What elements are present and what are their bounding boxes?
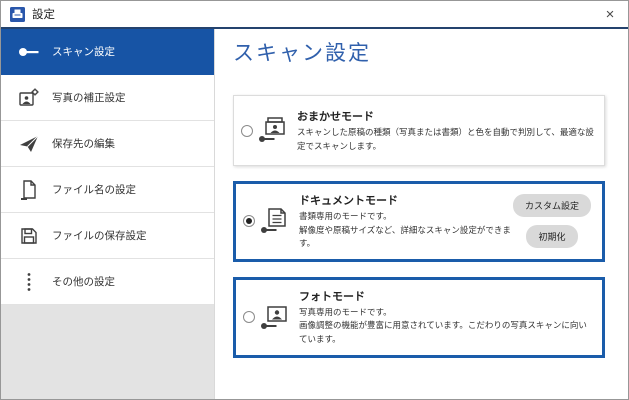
custom-settings-button[interactable]: カスタム設定	[512, 194, 591, 218]
main-panel: スキャン設定 おまかせモード スキャンした原稿の種類（写真または書類）と色を自動…	[215, 29, 628, 399]
scan-head-icon	[18, 42, 40, 62]
mode-title: ドキュメントモード	[299, 195, 398, 207]
mode-description: 画像調整の機能が豊富に用意されています。こだわりの写真スキャンに向いています。	[299, 320, 587, 344]
file-name-icon	[18, 179, 40, 200]
sidebar-item-label: ファイルの保存設定	[52, 230, 147, 242]
document-mode-radio[interactable]	[243, 215, 255, 228]
document-mode-icon	[260, 208, 292, 235]
sidebar-item-file-save[interactable]: ファイルの保存設定	[1, 213, 214, 259]
sidebar-item-file-name[interactable]: ファイル名の設定	[1, 167, 214, 213]
initialize-button[interactable]: 初期化	[526, 225, 578, 249]
mode-card-photo[interactable]: フォトモード 写真専用のモードです。 画像調整の機能が豊富に用意されています。こ…	[233, 276, 605, 358]
sidebar: スキャン設定 写真の補正設定 保存先の編集 ファイル名の設定 ファイルの保存設定…	[1, 29, 215, 399]
send-icon	[18, 134, 40, 154]
sidebar-item-label: スキャン設定	[52, 46, 115, 58]
auto-mode-text: おまかせモード スキャンした原稿の種類（写真または書類）と色を自動で判別して、最…	[297, 108, 596, 153]
mode-description: 解像度や原稿サイズなど、詳細なスキャン設定ができます。	[299, 224, 511, 249]
sidebar-item-label: 保存先の編集	[52, 138, 115, 150]
mode-card-document[interactable]: ドキュメントモード 書類専用のモードです。 解像度や原稿サイズなど、詳細なスキャ…	[233, 181, 605, 262]
photo-mode-radio[interactable]	[243, 311, 255, 324]
mode-description: スキャンした原稿の種類（写真または書類）と色を自動で判別して、最適な設定でスキャ…	[297, 126, 594, 151]
close-button[interactable]: ×	[601, 5, 619, 23]
sidebar-item-other-settings[interactable]: その他の設定	[1, 259, 214, 305]
sidebar-item-label: ファイル名の設定	[52, 184, 136, 196]
sidebar-filler	[1, 305, 214, 399]
mode-description: 写真専用のモードです。	[299, 306, 392, 317]
sidebar-item-save-destination[interactable]: 保存先の編集	[1, 121, 214, 167]
save-icon	[18, 226, 40, 246]
auto-mode-icon	[258, 117, 290, 144]
window-title: 設定	[32, 9, 55, 21]
mode-title: おまかせモード	[297, 110, 374, 123]
page-title: スキャン設定	[233, 42, 371, 65]
app-scanner-icon	[10, 6, 25, 22]
mode-list: おまかせモード スキャンした原稿の種類（写真または書類）と色を自動で判別して、最…	[233, 95, 628, 358]
sidebar-item-scan-settings[interactable]: スキャン設定	[1, 29, 214, 75]
mode-description: 書類専用のモードです。	[299, 211, 392, 221]
mode-card-auto[interactable]: おまかせモード スキャンした原稿の種類（写真または書類）と色を自動で判別して、最…	[233, 95, 605, 166]
document-mode-text: ドキュメントモード 書類専用のモードです。 解像度や原稿サイズなど、詳細なスキャ…	[299, 192, 513, 251]
photo-mode-text: フォトモード 写真専用のモードです。 画像調整の機能が豊富に用意されています。こ…	[299, 288, 594, 347]
sidebar-item-label: その他の設定	[52, 276, 115, 288]
auto-mode-radio[interactable]	[241, 124, 253, 137]
photo-mode-icon	[260, 304, 292, 331]
settings-window: 設定 × スキャン設定 写真の補正設定 保存先の編集 ファイル名の設定 ファイル…	[0, 0, 629, 400]
sidebar-item-photo-correction[interactable]: 写真の補正設定	[1, 75, 214, 121]
more-dots-icon	[18, 272, 40, 292]
titlebar: 設定 ×	[1, 1, 628, 27]
photo-correction-icon	[18, 88, 40, 108]
sidebar-item-label: 写真の補正設定	[52, 92, 126, 104]
mode-title: フォトモード	[299, 290, 365, 303]
document-mode-buttons: カスタム設定 初期化	[512, 194, 594, 249]
